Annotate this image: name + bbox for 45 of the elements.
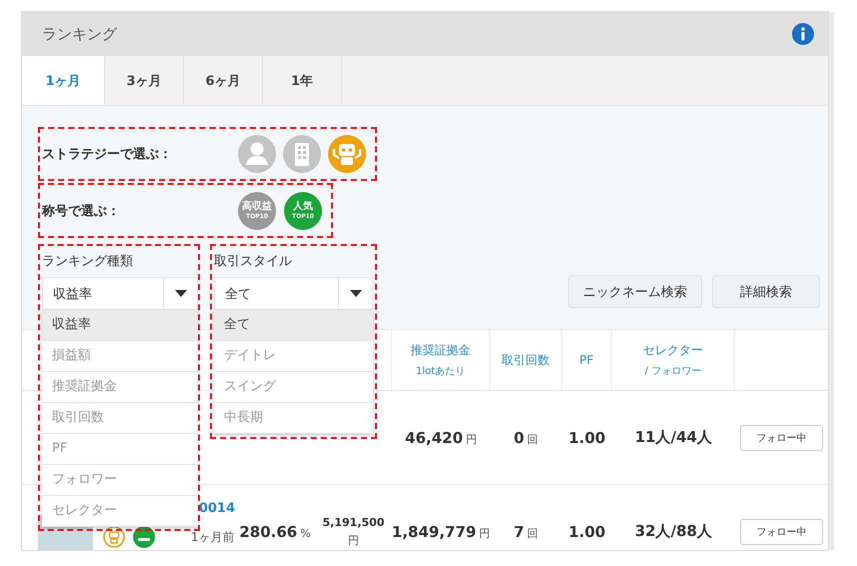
column-header[interactable]: セレクター bbox=[643, 342, 703, 359]
search-button[interactable]: ニックネーム検索 bbox=[568, 275, 702, 308]
column-header[interactable]: 取引回数 bbox=[502, 352, 550, 368]
strategy-name-link[interactable]: 0014 bbox=[198, 501, 235, 516]
column-subheader: 1lotあたり bbox=[416, 365, 466, 378]
unit-label: % bbox=[300, 526, 311, 540]
table-cell: 5,191,500 bbox=[322, 516, 384, 528]
follow-button[interactable]: フォロー中 bbox=[740, 518, 823, 544]
filter-label: 称号で選ぶ： bbox=[40, 202, 121, 220]
period-tab[interactable]: 3ヶ月 bbox=[105, 56, 184, 105]
panel-title: ランキング bbox=[42, 24, 117, 44]
table-cell: 1.00 bbox=[568, 428, 606, 446]
info-icon[interactable] bbox=[792, 23, 814, 45]
unit-label: 回 bbox=[527, 526, 538, 540]
unit-label: 回 bbox=[527, 432, 538, 446]
column-header[interactable]: 推奨証拠金 bbox=[410, 342, 470, 359]
table-cell: 1,849,779 bbox=[392, 522, 476, 540]
building-icon[interactable] bbox=[283, 135, 321, 173]
table-cell: 7 bbox=[514, 522, 524, 540]
table-cell: 11人/44人 bbox=[634, 428, 712, 447]
person-icon[interactable] bbox=[238, 135, 276, 173]
robot-icon[interactable] bbox=[328, 135, 366, 173]
column-subheader: / フォロワー bbox=[644, 365, 702, 378]
table-cell: 46,420 bbox=[405, 428, 463, 446]
table-cell: 1.00 bbox=[568, 522, 606, 540]
table-cell: 280.66 bbox=[239, 522, 298, 540]
dropdown-option[interactable]: 収益率 bbox=[42, 310, 198, 341]
period-tab[interactable]: 1年 bbox=[263, 56, 342, 105]
table-cell: 32人/88人 bbox=[634, 522, 712, 541]
table-cell: 0 bbox=[514, 428, 524, 446]
period-tab[interactable]: 6ヶ月 bbox=[184, 56, 263, 105]
dropdown-option[interactable]: 全て bbox=[214, 310, 373, 341]
dropdown-label: ランキング種類 bbox=[42, 253, 134, 271]
filter-label: ストラテジーで選ぶ： bbox=[41, 146, 173, 163]
period-tab[interactable]: 1ヶ月 bbox=[22, 56, 105, 105]
dropdown-select[interactable]: 全て bbox=[214, 277, 373, 310]
dropdown-label: 取引スタイル bbox=[214, 253, 293, 271]
unit-label: 円 bbox=[348, 532, 359, 548]
column-header[interactable]: PF bbox=[579, 353, 594, 367]
unit-label: 円 bbox=[479, 526, 490, 540]
time-label: 1ヶ月前 bbox=[190, 528, 234, 546]
unit-label: 円 bbox=[466, 432, 477, 446]
follow-button[interactable]: フォロー中 bbox=[740, 424, 823, 450]
search-button[interactable]: 詳細検索 bbox=[712, 275, 820, 308]
dropdown-select[interactable]: 収益率 bbox=[42, 277, 198, 310]
